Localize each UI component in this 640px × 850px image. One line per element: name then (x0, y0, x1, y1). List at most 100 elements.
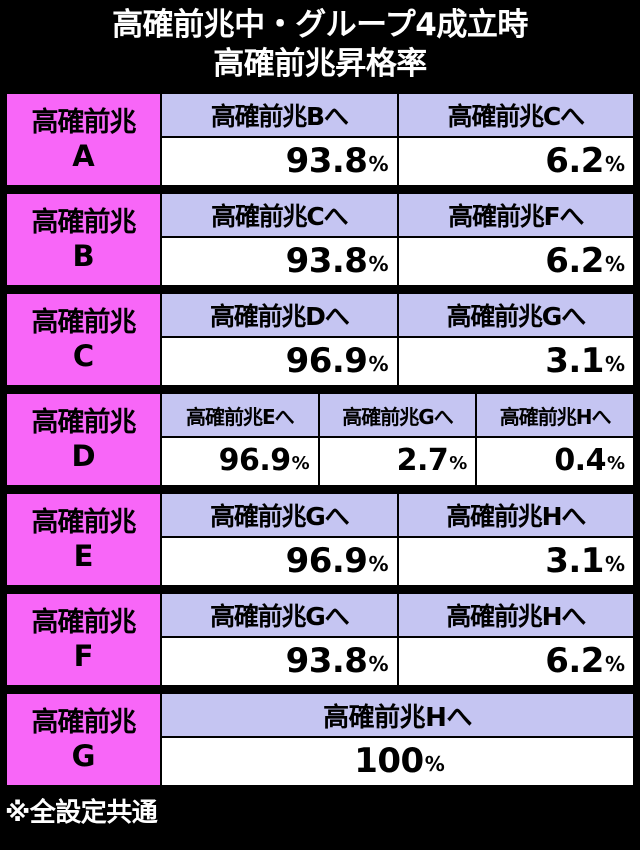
table-row: 高確前兆 C 高確前兆Dへ 96.9% 高確前兆Gへ 3.1% (5, 292, 635, 387)
table-row: 高確前兆 F 高確前兆Gへ 93.8% 高確前兆Hへ 6.2% (5, 592, 635, 687)
percent-symbol: % (449, 453, 468, 474)
row-label-cell: 高確前兆 D (7, 394, 162, 485)
table-row: 高確前兆 E 高確前兆Gへ 96.9% 高確前兆Hへ 3.1% (5, 492, 635, 587)
transition-column: 高確前兆Cへ 6.2% (398, 94, 633, 185)
row-columns: 高確前兆Cへ 93.8% 高確前兆Fへ 6.2% (162, 194, 633, 285)
percent-symbol: % (368, 651, 389, 676)
page-root: 高確前兆中・グループ4成立時 高確前兆昇格率 高確前兆 A 高確前兆Bへ 93.8% 高… (0, 0, 640, 850)
probability-value: 3.1 (545, 540, 604, 581)
row-label-state: B (72, 238, 95, 273)
row-label-state: G (71, 738, 96, 773)
probability-value: 93.8 (285, 240, 368, 281)
probability-cell: 0.4% (477, 438, 634, 485)
column-header: 高確前兆Gへ (398, 294, 633, 338)
percent-symbol: % (424, 751, 445, 776)
probability-cell: 6.2% (398, 638, 633, 685)
row-label-cell: 高確前兆 B (7, 194, 162, 285)
transition-column: 高確前兆Gへ 96.9% (162, 494, 399, 585)
transition-column: 高確前兆Gへ 93.8% (162, 594, 399, 685)
percent-symbol: % (604, 351, 625, 376)
probability-cell: 3.1% (398, 338, 633, 385)
row-label-title: 高確前兆 (31, 106, 137, 138)
row-columns: 高確前兆Hへ 100% (162, 694, 633, 785)
row-label-cell: 高確前兆 G (7, 694, 162, 785)
probability-value: 3.1 (545, 340, 604, 381)
probability-value: 96.9 (285, 340, 368, 381)
transition-column: 高確前兆Gへ 3.1% (398, 294, 633, 385)
row-label-state: E (73, 538, 94, 573)
probability-value: 100 (354, 740, 424, 781)
transition-column: 高確前兆Hへ 100% (162, 694, 633, 785)
row-label-cell: 高確前兆 C (7, 294, 162, 385)
transition-column: 高確前兆Dへ 96.9% (162, 294, 399, 385)
table-row: 高確前兆 B 高確前兆Cへ 93.8% 高確前兆Fへ 6.2% (5, 192, 635, 287)
column-header: 高確前兆Eへ (162, 394, 318, 438)
row-label-cell: 高確前兆 A (7, 94, 162, 185)
transition-column: 高確前兆Hへ 6.2% (398, 594, 633, 685)
table-row: 高確前兆 G 高確前兆Hへ 100% (5, 692, 635, 787)
transition-column: 高確前兆Bへ 93.8% (162, 94, 399, 185)
percent-symbol: % (604, 551, 625, 576)
probability-value: 6.2 (545, 640, 604, 681)
row-columns: 高確前兆Dへ 96.9% 高確前兆Gへ 3.1% (162, 294, 633, 385)
row-columns: 高確前兆Gへ 93.8% 高確前兆Hへ 6.2% (162, 594, 633, 685)
column-header: 高確前兆Dへ (162, 294, 397, 338)
column-header: 高確前兆Hへ (477, 394, 634, 438)
probability-value: 6.2 (545, 140, 604, 181)
column-header: 高確前兆Cへ (398, 94, 633, 138)
probability-value: 6.2 (545, 240, 604, 281)
row-columns: 高確前兆Bへ 93.8% 高確前兆Cへ 6.2% (162, 94, 633, 185)
row-label-title: 高確前兆 (31, 606, 137, 638)
probability-cell: 6.2% (398, 138, 633, 185)
row-label-state: A (72, 138, 95, 173)
row-label-title: 高確前兆 (31, 306, 137, 338)
probability-table: 高確前兆 A 高確前兆Bへ 93.8% 高確前兆Cへ 6.2% 高確前兆 B 高確前兆Cへ 93.… (5, 92, 635, 787)
probability-cell: 2.7% (319, 438, 476, 485)
percent-symbol: % (368, 551, 389, 576)
row-label-cell: 高確前兆 F (7, 594, 162, 685)
probability-value: 93.8 (285, 640, 368, 681)
row-label-cell: 高確前兆 E (7, 494, 162, 585)
row-label-title: 高確前兆 (31, 706, 137, 738)
transition-column: 高確前兆Cへ 93.8% (162, 194, 399, 285)
column-header: 高確前兆Hへ (398, 494, 633, 538)
percent-symbol: % (368, 251, 389, 276)
percent-symbol: % (604, 651, 625, 676)
row-label-title: 高確前兆 (31, 206, 137, 238)
page-title-line-1: 高確前兆中・グループ4成立時 (112, 7, 528, 43)
row-columns: 高確前兆Gへ 96.9% 高確前兆Hへ 3.1% (162, 494, 633, 585)
probability-cell: 3.1% (398, 538, 633, 585)
probability-cell: 93.8% (162, 138, 397, 185)
probability-cell: 93.8% (162, 638, 397, 685)
percent-symbol: % (368, 351, 389, 376)
column-header: 高確前兆Bへ (162, 94, 397, 138)
footnote: ※全設定共通 (5, 798, 158, 828)
probability-cell: 96.9% (162, 438, 318, 485)
transition-column: 高確前兆Hへ 0.4% (477, 394, 634, 485)
column-header: 高確前兆Gへ (319, 394, 476, 438)
percent-symbol: % (604, 251, 625, 276)
probability-value: 96.9 (218, 443, 292, 478)
transition-column: 高確前兆Gへ 2.7% (319, 394, 478, 485)
column-header: 高確前兆Hへ (398, 594, 633, 638)
row-label-state: C (72, 338, 95, 373)
row-label-title: 高確前兆 (31, 506, 137, 538)
column-header: 高確前兆Fへ (398, 194, 633, 238)
percent-symbol: % (604, 151, 625, 176)
row-label-state: F (73, 638, 94, 673)
probability-cell: 6.2% (398, 238, 633, 285)
column-header: 高確前兆Cへ (162, 194, 397, 238)
probability-value: 96.9 (285, 540, 368, 581)
table-row: 高確前兆 D 高確前兆Eへ 96.9% 高確前兆Gへ 2.7% 高確前兆Hへ 0.4% (5, 392, 635, 487)
row-columns: 高確前兆Eへ 96.9% 高確前兆Gへ 2.7% 高確前兆Hへ 0.4% (162, 394, 634, 485)
transition-column: 高確前兆Fへ 6.2% (398, 194, 633, 285)
probability-cell: 96.9% (162, 338, 397, 385)
probability-cell: 93.8% (162, 238, 397, 285)
page-title-line-2: 高確前兆昇格率 (213, 46, 427, 82)
column-header: 高確前兆Hへ (162, 694, 633, 738)
transition-column: 高確前兆Eへ 96.9% (162, 394, 320, 485)
column-header: 高確前兆Gへ (162, 494, 397, 538)
probability-cell: 96.9% (162, 538, 397, 585)
table-row: 高確前兆 A 高確前兆Bへ 93.8% 高確前兆Cへ 6.2% (5, 92, 635, 187)
percent-symbol: % (291, 453, 310, 474)
